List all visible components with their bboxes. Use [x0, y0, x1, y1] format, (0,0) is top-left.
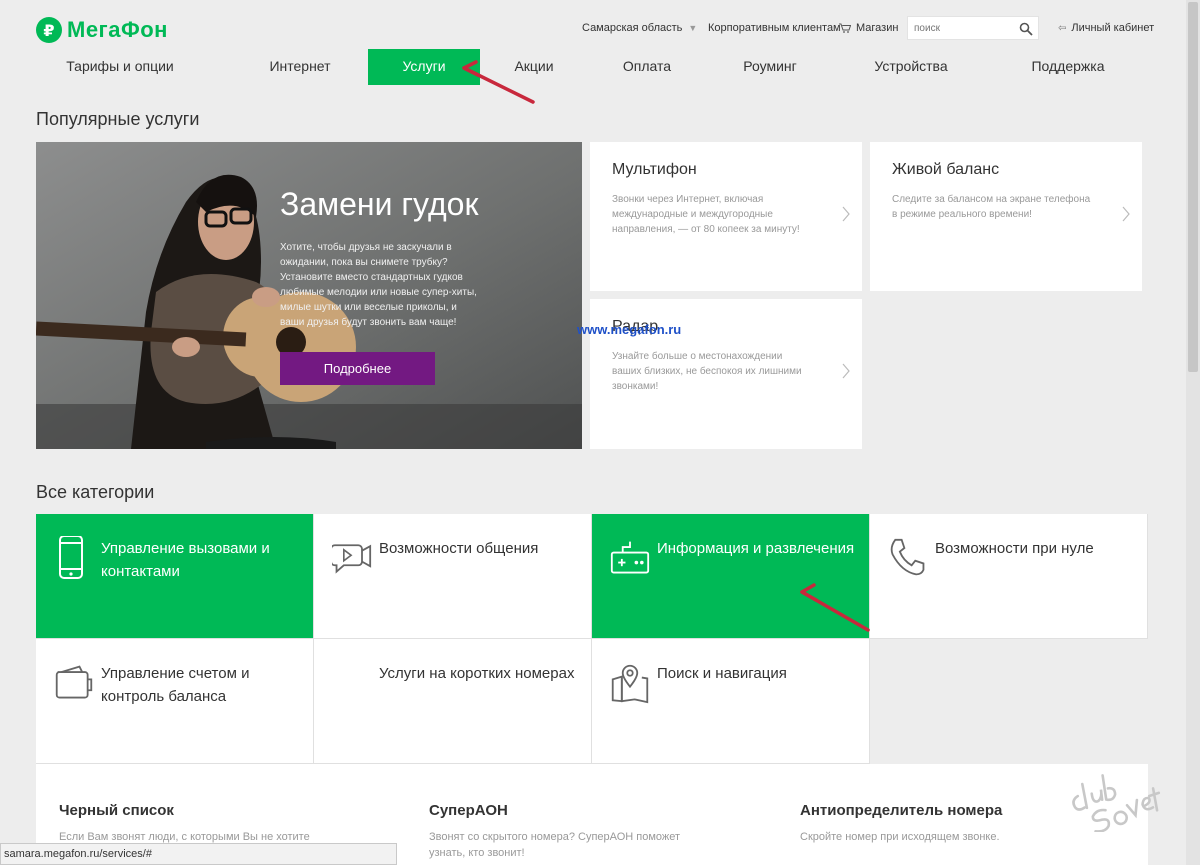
nav-promotions[interactable]: Акции: [478, 49, 590, 85]
category-short-numbers[interactable]: Услуги на коротких номерах: [314, 639, 592, 764]
page-scrollbar[interactable]: [1186, 0, 1200, 865]
shop-label: Магазин: [856, 22, 899, 34]
category-zero-balance[interactable]: Возможности при нуле: [870, 514, 1148, 639]
map-pin-icon: [611, 664, 649, 704]
search-input[interactable]: [908, 17, 1012, 39]
brand-name: МегаФон: [67, 17, 168, 42]
login-arrow-icon: ⇦: [1058, 22, 1067, 34]
service-desc: Скройте номер при исходящем звонке.: [800, 831, 1000, 843]
megafon-logo-icon: ₽: [36, 17, 62, 43]
service-anti-caller-id[interactable]: Антиопределитель номера Скройте номер пр…: [800, 802, 1080, 845]
shop-link[interactable]: Магазин: [839, 22, 898, 34]
gamepad-icon: [610, 541, 650, 574]
main-nav: Тарифы и опции Интернет Услуги Акции Опл…: [36, 49, 1150, 85]
card-desc: Звонки через Интернет, включая междунаро…: [612, 194, 800, 235]
region-selector[interactable]: Самарская область ▼: [582, 22, 697, 34]
category-label: Управление вызовами и контактами: [101, 540, 270, 580]
personal-cabinet-link[interactable]: ⇦ Личный кабинет: [1058, 22, 1154, 34]
category-label: Услуги на коротких номерах: [379, 665, 575, 682]
category-label: Возможности при нуле: [935, 540, 1094, 557]
category-label: Управление счетом и контроль баланса: [101, 665, 250, 705]
card-title: Мультифон: [612, 161, 697, 178]
video-chat-icon: [332, 544, 372, 574]
browser-status-bar: samara.megafon.ru/services/#: [0, 843, 397, 865]
service-title: Черный список: [59, 802, 174, 819]
service-title: СуперАОН: [429, 802, 508, 819]
category-search-navigation[interactable]: Поиск и навигация: [592, 639, 870, 764]
search-icon[interactable]: [1019, 22, 1033, 36]
category-call-management[interactable]: Управление вызовами и контактами: [36, 514, 314, 639]
service-desc: Звонят со скрытого номера? СуперАОН помо…: [429, 831, 681, 859]
nav-payment[interactable]: Оплата: [591, 49, 703, 85]
service-blacklist[interactable]: Черный список Если Вам звонят люди, с ко…: [59, 802, 339, 845]
region-label: Самарская область: [582, 22, 683, 34]
nav-internet[interactable]: Интернет: [244, 49, 356, 85]
cart-icon: [839, 23, 851, 33]
nav-support[interactable]: Поддержка: [1011, 49, 1125, 85]
nav-roaming[interactable]: Роуминг: [714, 49, 826, 85]
nav-tariffs[interactable]: Тарифы и опции: [64, 49, 176, 85]
site-watermark: www.megafon.ru: [577, 322, 682, 337]
category-communication[interactable]: Возможности общения: [314, 514, 592, 639]
category-label: Поиск и навигация: [657, 665, 787, 682]
service-super-aon[interactable]: СуперАОН Звонят со скрытого номера? Супе…: [429, 802, 709, 861]
chevron-down-icon: ▼: [688, 23, 698, 33]
cabinet-label: Личный кабинет: [1071, 22, 1155, 34]
nav-services[interactable]: Услуги: [368, 49, 480, 85]
card-desc: Узнайте больше о местонахождении ваших б…: [612, 351, 802, 392]
service-card-live-balance[interactable]: Живой баланс Следите за балансом на экра…: [870, 142, 1142, 291]
club-sovet-stamp: [1072, 774, 1161, 832]
wallet-icon: [55, 665, 93, 699]
banner-title: Замени гудок: [280, 186, 479, 222]
more-details-button[interactable]: Подробнее: [280, 352, 435, 385]
service-title: Антиопределитель номера: [800, 802, 1003, 819]
scrollbar-thumb[interactable]: [1188, 2, 1198, 372]
service-card-multifon[interactable]: Мультифон Звонки через Интернет, включая…: [590, 142, 862, 291]
category-label: Возможности общения: [379, 540, 539, 557]
corporate-link[interactable]: Корпоративным клиентам: [708, 22, 841, 34]
chevron-right-icon: [842, 206, 850, 222]
phone-icon: [59, 536, 83, 579]
nav-devices[interactable]: Устройства: [855, 49, 967, 85]
card-desc: Следите за балансом на экране телефона в…: [892, 194, 1091, 220]
card-title: Живой баланс: [892, 161, 1000, 178]
popular-heading: Популярные услуги: [36, 109, 200, 129]
search-box: [907, 16, 1039, 40]
category-account-management[interactable]: Управление счетом и контроль баланса: [36, 639, 314, 764]
chevron-right-icon: [1122, 206, 1130, 222]
promo-banner[interactable]: Замени гудок Хотите, чтобы друзья не зас…: [36, 142, 582, 449]
categories-grid: Управление вызовами и контактами Возможн…: [36, 514, 1148, 764]
chevron-right-icon: [842, 363, 850, 379]
banner-text: Хотите, чтобы друзья не заскучали в ожид…: [280, 242, 477, 328]
top-bar: ₽ МегаФон Самарская область ▼ Корпоративн…: [0, 0, 1200, 50]
megafon-logo[interactable]: ₽ МегаФон: [36, 17, 168, 43]
category-info-entertainment[interactable]: Информация и развлечения: [592, 514, 870, 639]
category-label: Информация и развлечения: [657, 540, 855, 557]
handset-icon: [890, 538, 925, 576]
categories-heading: Все категории: [36, 482, 155, 502]
